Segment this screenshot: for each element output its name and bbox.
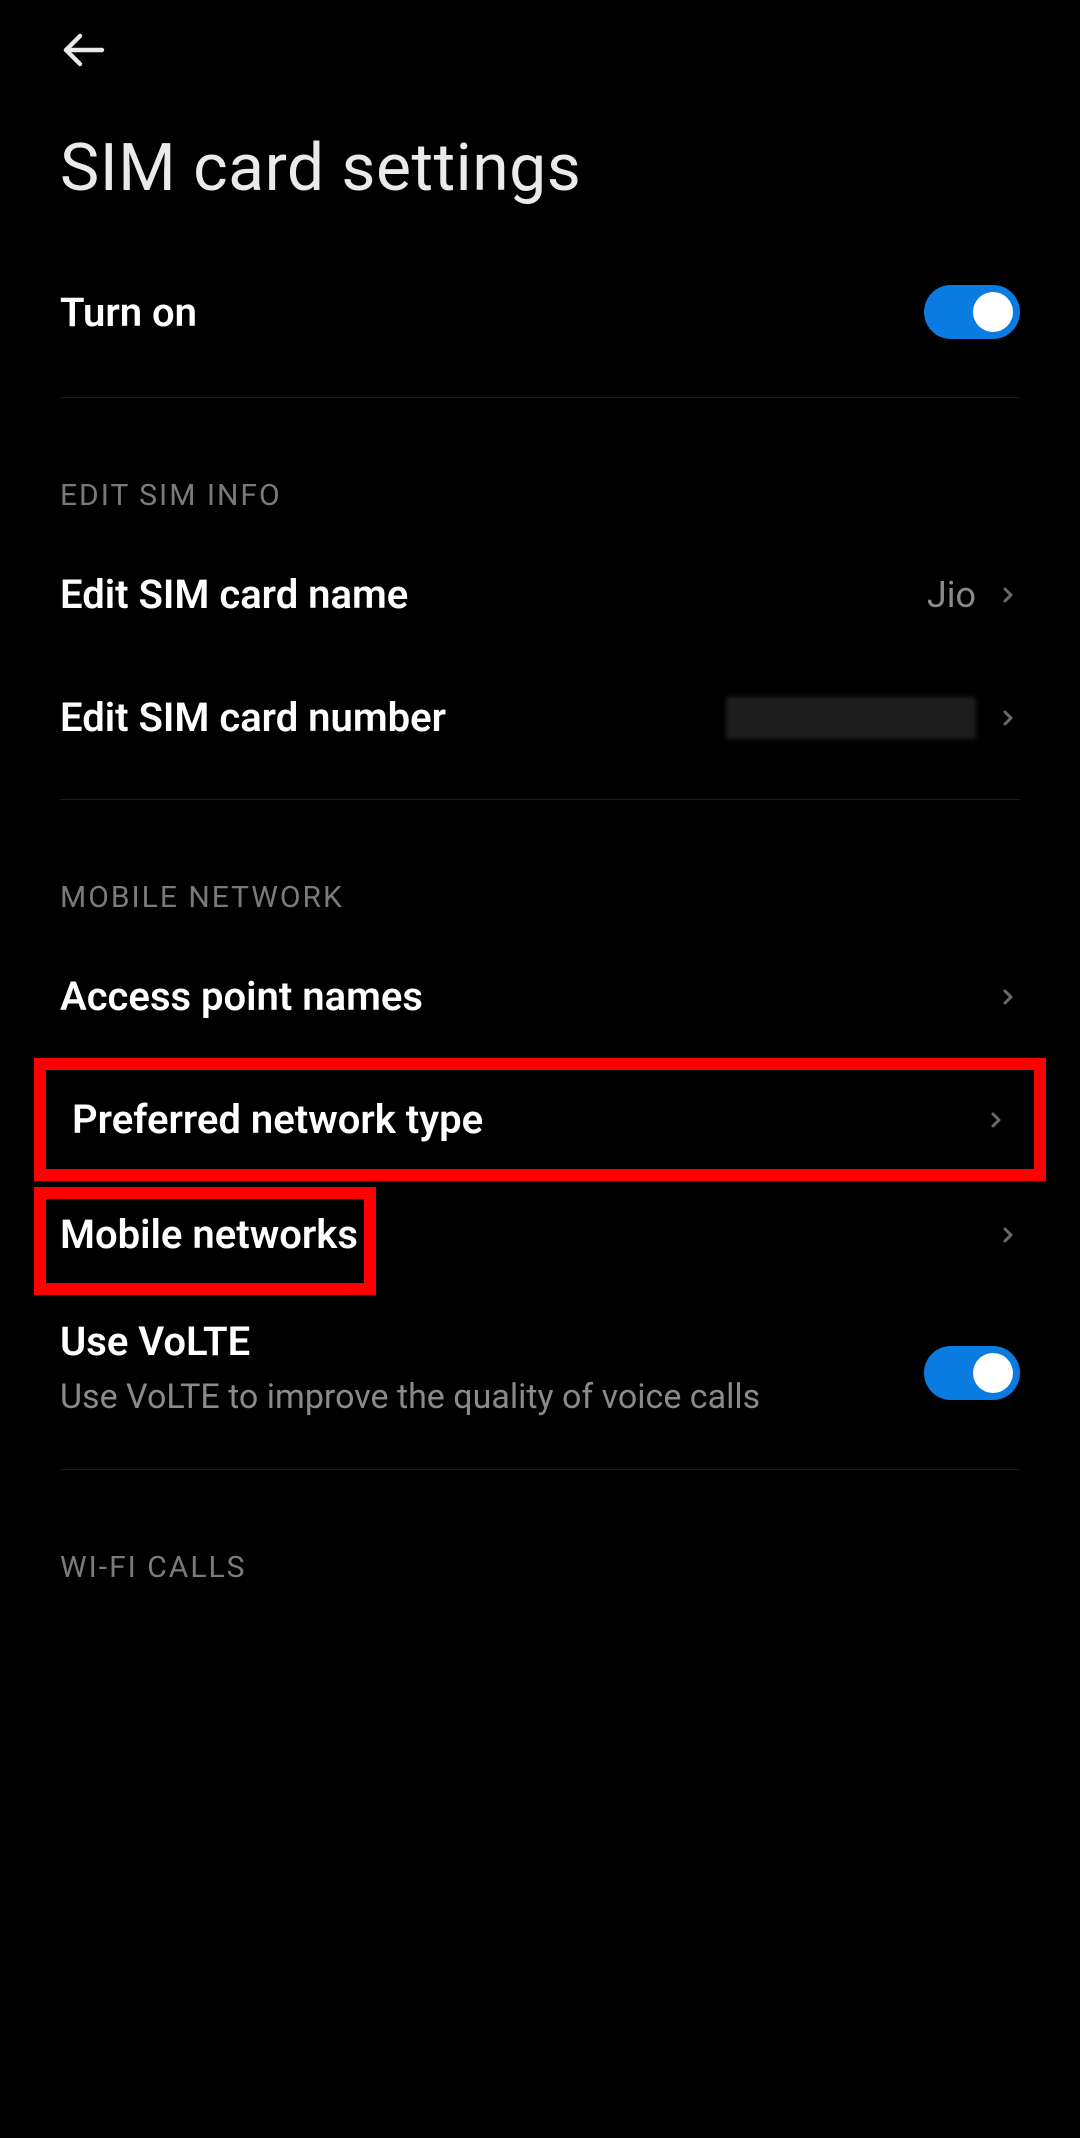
preferred-network-type-row[interactable]: Preferred network type xyxy=(60,1096,1020,1143)
use-volte-toggle[interactable] xyxy=(924,1346,1020,1400)
edit-sim-number-row[interactable]: Edit SIM card number xyxy=(0,656,1080,779)
preferred-network-label: Preferred network type xyxy=(72,1096,984,1143)
turn-on-toggle[interactable] xyxy=(924,285,1020,339)
edit-sim-number-label: Edit SIM card number xyxy=(60,694,726,741)
mobile-networks-row[interactable]: Mobile networks xyxy=(0,1181,1080,1288)
use-volte-label: Use VoLTE xyxy=(60,1318,884,1365)
chevron-right-icon xyxy=(996,985,1020,1009)
access-point-names-row[interactable]: Access point names xyxy=(0,935,1080,1058)
turn-on-row[interactable]: Turn on xyxy=(0,247,1080,377)
divider xyxy=(60,799,1020,800)
page-title: SIM card settings xyxy=(0,80,1080,247)
highlight-preferred-network: Preferred network type xyxy=(34,1058,1046,1181)
toggle-knob xyxy=(973,1353,1013,1393)
turn-on-label: Turn on xyxy=(60,289,924,336)
section-header-edit-sim: EDIT SIM INFO xyxy=(0,418,1080,533)
apn-label: Access point names xyxy=(60,973,996,1020)
chevron-right-icon xyxy=(996,583,1020,607)
edit-sim-name-value: Jio xyxy=(927,574,976,616)
edit-sim-name-row[interactable]: Edit SIM card name Jio xyxy=(0,533,1080,656)
edit-sim-name-label: Edit SIM card name xyxy=(60,571,927,618)
section-header-wifi-calls: WI-FI CALLS xyxy=(0,1490,1080,1605)
section-header-mobile-network: MOBILE NETWORK xyxy=(0,820,1080,935)
chevron-right-icon xyxy=(996,1223,1020,1247)
divider xyxy=(60,1469,1020,1470)
back-button[interactable] xyxy=(60,20,120,80)
edit-sim-number-value-redacted xyxy=(726,697,976,739)
back-arrow-icon xyxy=(60,26,108,74)
use-volte-row[interactable]: Use VoLTE Use VoLTE to improve the quali… xyxy=(0,1288,1080,1449)
divider xyxy=(60,397,1020,398)
chevron-right-icon xyxy=(984,1108,1008,1132)
toggle-knob xyxy=(973,292,1013,332)
mobile-networks-label: Mobile networks xyxy=(60,1211,996,1258)
use-volte-sub: Use VoLTE to improve the quality of voic… xyxy=(60,1375,884,1419)
chevron-right-icon xyxy=(996,706,1020,730)
